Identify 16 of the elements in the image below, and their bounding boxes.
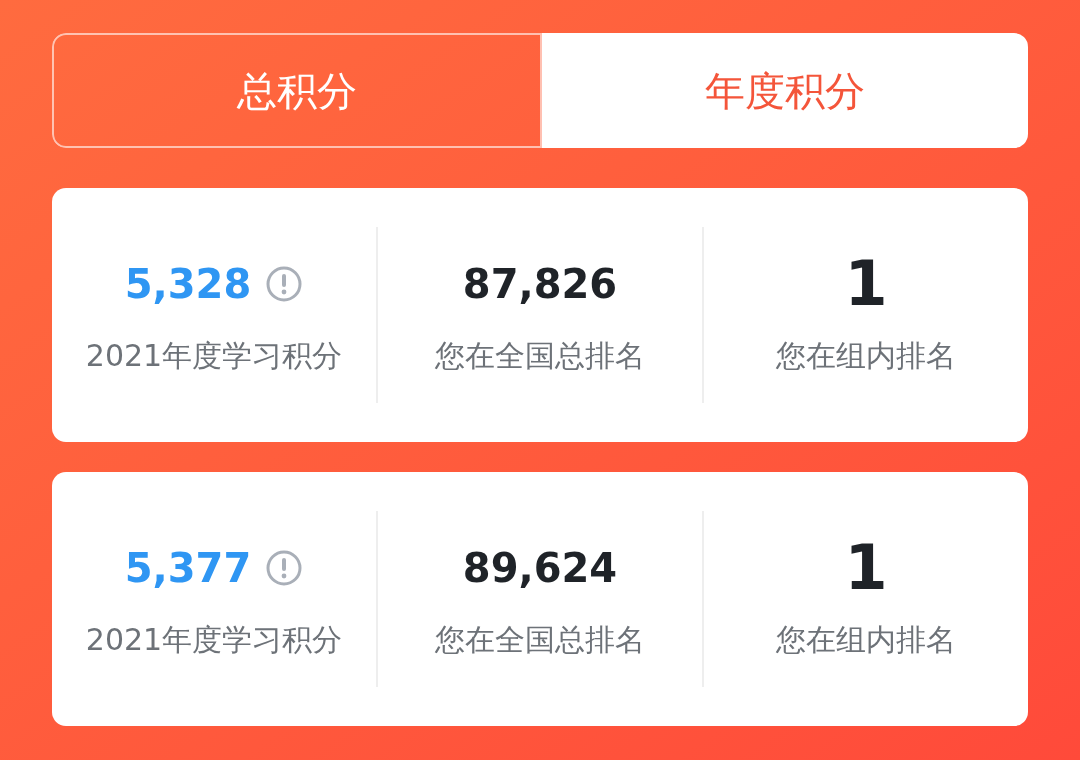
stat-value: 1 — [844, 252, 888, 315]
tab[interactable]: 年度积分 — [542, 33, 1028, 148]
stat-label: 您在组内排名 — [776, 336, 956, 375]
stat-value: 5,377 — [124, 543, 252, 593]
tab[interactable]: 总积分 — [52, 33, 542, 148]
info-icon[interactable] — [265, 264, 304, 303]
stat-label: 您在全国总排名 — [435, 336, 645, 375]
stat-value: 87,826 — [462, 259, 618, 309]
stat-value: 1 — [844, 536, 888, 599]
stat-label: 2021年度学习积分 — [85, 620, 343, 659]
stat-value: 89,624 — [462, 543, 618, 593]
stat-label: 2021年度学习积分 — [85, 336, 343, 375]
info-icon[interactable] — [265, 548, 304, 587]
stat-value: 5,328 — [124, 259, 252, 309]
stat-label: 您在全国总排名 — [435, 620, 645, 659]
stat-label: 您在组内排名 — [776, 620, 956, 659]
